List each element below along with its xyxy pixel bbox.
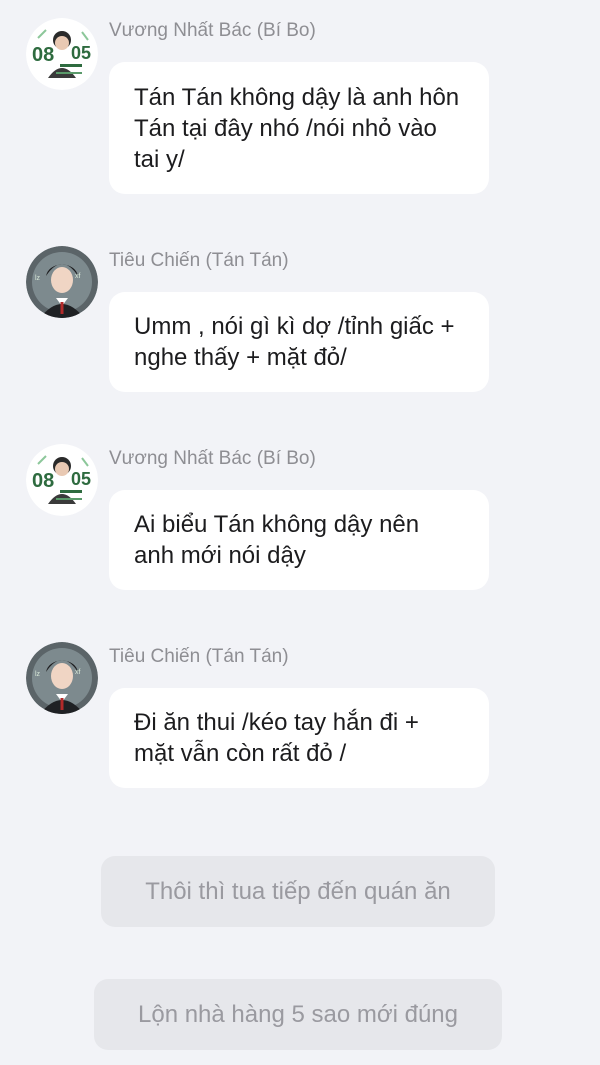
svg-text:05: 05: [71, 469, 91, 489]
svg-text:05: 05: [71, 43, 91, 63]
sender-name: Tiêu Chiến (Tán Tán): [109, 646, 289, 667]
svg-text:lz: lz: [35, 671, 41, 678]
message-text: Đi ăn thui /kéo tay hắn đi + mặt vẫn còn…: [134, 709, 419, 767]
avatar[interactable]: xf lz: [26, 246, 98, 318]
message-bubble: Tán Tán không dậy là anh hôn Tán tại đây…: [109, 62, 489, 194]
avatar[interactable]: xf lz: [26, 642, 98, 714]
choice-button[interactable]: Thôi thì tua tiếp đến quán ăn: [101, 856, 495, 927]
sender-name: Vương Nhất Bác (Bí Bo): [109, 20, 316, 41]
avatar[interactable]: 08 05: [26, 18, 98, 90]
svg-text:08: 08: [32, 470, 54, 492]
svg-text:lz: lz: [35, 275, 41, 282]
avatar-wang-yibo-icon: 08 05: [26, 18, 98, 90]
message-text: Umm , nói gì kì dợ /tỉnh giấc + nghe thấ…: [134, 313, 455, 371]
svg-text:08: 08: [32, 44, 54, 66]
svg-text:xf: xf: [75, 273, 81, 280]
message-text: Tán Tán không dậy là anh hôn Tán tại đây…: [134, 83, 460, 173]
svg-text:xf: xf: [75, 669, 81, 676]
avatar-xiao-zhan-icon: xf lz: [26, 246, 98, 318]
sender-name: Vương Nhất Bác (Bí Bo): [109, 448, 316, 469]
sender-name: Tiêu Chiến (Tán Tán): [109, 250, 289, 271]
message-bubble: Ai biểu Tán không dậy nên anh mới nói dậ…: [109, 490, 489, 590]
choice-button[interactable]: Lộn nhà hàng 5 sao mới đúng: [94, 979, 502, 1050]
avatar-xiao-zhan-icon: xf lz: [26, 642, 98, 714]
message-bubble: Umm , nói gì kì dợ /tỉnh giấc + nghe thấ…: [109, 292, 489, 392]
avatar[interactable]: 08 05: [26, 444, 98, 516]
message-text: Ai biểu Tán không dậy nên anh mới nói dậ…: [134, 511, 420, 569]
message-bubble: Đi ăn thui /kéo tay hắn đi + mặt vẫn còn…: [109, 688, 489, 788]
avatar-wang-yibo-icon: 08 05: [26, 444, 98, 516]
